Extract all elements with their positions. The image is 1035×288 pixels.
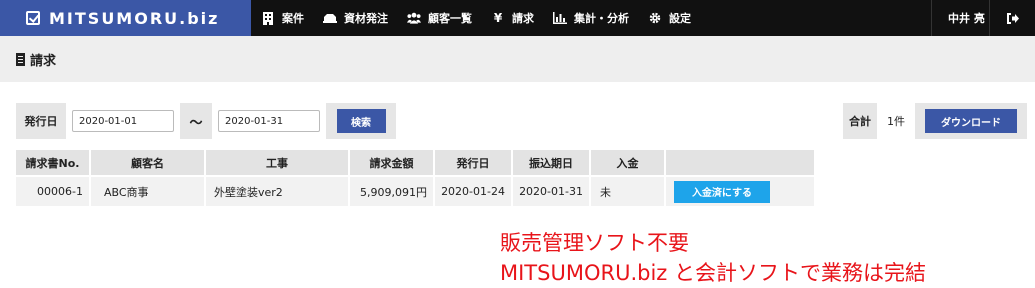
table-row: 00006-1 ABC商事 外壁塗装ver2 5,909,091円 2020-0… — [16, 175, 814, 206]
column-header: 発行日 — [434, 150, 513, 176]
date-from-wrapper — [66, 103, 180, 139]
checkbox-logo-icon — [26, 11, 40, 25]
work-cell: 外壁塗装ver2 — [205, 175, 350, 206]
nav-label: 設定 — [669, 12, 691, 25]
nav-label: 顧客一覧 — [428, 12, 472, 25]
nav-label: 案件 — [282, 12, 304, 25]
nav-item-billing[interactable]: ¥ 請求 — [491, 10, 534, 26]
nav-label: 請求 — [512, 12, 534, 25]
page-header: 請求 — [0, 36, 1035, 82]
nav-item-projects[interactable]: 案件 — [261, 10, 304, 26]
page-title: 請求 — [30, 53, 57, 69]
column-header: 工事 — [205, 150, 350, 176]
amount-cell: 5,909,091円 — [349, 175, 435, 206]
sign-out-icon — [1006, 9, 1019, 28]
nav-item-customers[interactable]: 顧客一覧 — [407, 10, 472, 26]
gear-icon — [648, 11, 662, 25]
brand-name: MITSUMORU.biz — [49, 8, 220, 28]
column-header: 入金 — [590, 150, 666, 176]
customer-cell: ABC商事 — [90, 175, 206, 206]
users-icon — [407, 11, 421, 25]
brand-logo[interactable]: MITSUMORU.biz — [0, 0, 251, 36]
date-to-wrapper — [212, 103, 326, 139]
date-from-input[interactable] — [72, 110, 174, 132]
result-count: 1件 — [887, 115, 905, 128]
issue-date-label: 発行日 — [16, 103, 66, 139]
invoice-no-cell: 00006-1 — [16, 175, 91, 206]
search-button[interactable]: 検索 — [336, 109, 386, 133]
column-header: 請求書No. — [16, 150, 91, 176]
column-header — [665, 150, 814, 176]
search-filter-bar: 発行日 〜 検索 — [16, 103, 396, 139]
main-nav: 案件 資材発注 顧客一覧 ¥ 請求 集計・分析 設定 — [261, 0, 710, 36]
download-button[interactable]: ダウンロード — [925, 109, 1017, 133]
promo-line-2: MITSUMORU.biz と会計ソフトで業務は完結 — [500, 261, 926, 285]
total-label: 合計 — [843, 103, 877, 139]
payment-status-cell: 未 — [590, 175, 666, 206]
mark-paid-button[interactable]: 入金済にする — [674, 180, 770, 203]
nav-label: 集計・分析 — [574, 12, 629, 25]
range-separator: 〜 — [180, 103, 212, 139]
summary-bar: 合計 1件 ダウンロード — [843, 103, 1027, 139]
user-name: 中井 亮 — [948, 12, 985, 25]
nav-item-analytics[interactable]: 集計・分析 — [553, 10, 629, 26]
nav-label: 資材発注 — [344, 12, 388, 25]
nav-item-material-orders[interactable]: 資材発注 — [323, 10, 388, 26]
date-to-input[interactable] — [218, 110, 320, 132]
top-nav-bar: MITSUMORU.biz 案件 資材発注 顧客一覧 ¥ 請求 集計・分析 設定… — [0, 0, 1035, 36]
due-date-cell: 2020-01-31 — [512, 175, 591, 206]
issue-date-cell: 2020-01-24 — [434, 175, 513, 206]
action-cell: 入金済にする — [665, 175, 814, 206]
column-header: 顧客名 — [90, 150, 206, 176]
user-menu[interactable]: 中井 亮 — [931, 0, 989, 36]
yen-icon: ¥ — [493, 11, 503, 25]
nav-item-settings[interactable]: 設定 — [648, 10, 691, 26]
bar-chart-icon — [553, 11, 567, 25]
column-header: 請求金額 — [349, 150, 435, 176]
document-icon — [16, 52, 25, 66]
download-button-cell: ダウンロード — [915, 103, 1027, 139]
building-icon — [261, 11, 275, 25]
table-header-row: 請求書No. 顧客名 工事 請求金額 発行日 振込期日 入金 — [16, 150, 814, 176]
logout-button[interactable] — [989, 0, 1035, 36]
search-button-cell: 検索 — [326, 103, 396, 139]
invoice-table: 請求書No. 顧客名 工事 請求金額 発行日 振込期日 入金 00006-1 A… — [16, 150, 814, 206]
truck-icon — [323, 11, 337, 25]
column-header: 振込期日 — [512, 150, 591, 176]
promo-line-1: 販売管理ソフト不要 — [500, 231, 689, 255]
